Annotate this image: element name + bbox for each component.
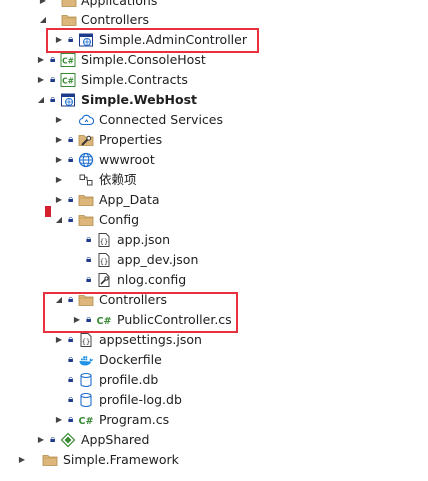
lock-icon: 🔒︎ bbox=[68, 134, 74, 145]
tree-item-label: appsettings.json bbox=[99, 332, 202, 347]
expand-arrow-icon[interactable]: ▶ bbox=[53, 330, 65, 350]
tree-item-dependencies[interactable]: ▶ 依赖项 bbox=[0, 170, 428, 190]
expand-arrow-icon[interactable]: ▶ bbox=[53, 150, 65, 170]
tree-item-simple-webhost[interactable]: ◢ 🔒︎ Simple.WebHost bbox=[0, 90, 428, 110]
expand-arrow-icon[interactable]: ▶ bbox=[53, 110, 65, 130]
dependencies-icon bbox=[78, 172, 94, 188]
tree-item-dockerfile[interactable]: 🔒︎ Dockerfile bbox=[0, 350, 428, 370]
tree-item-controllers-folder[interactable]: ◢ Controllers bbox=[0, 10, 428, 30]
tree-item-nlog-config[interactable]: 🔒︎ nlog.config bbox=[0, 270, 428, 290]
tree-item-label: App_Data bbox=[99, 192, 160, 207]
tree-item-app-data[interactable]: ▶ 🔒︎ App_Data bbox=[0, 190, 428, 210]
tree-item-appshared[interactable]: ▶ 🔒︎ AppShared bbox=[0, 430, 428, 450]
expand-arrow-icon[interactable]: ▶ bbox=[16, 450, 28, 470]
folder-icon bbox=[42, 452, 58, 468]
tree-item-app-json[interactable]: 🔒︎ app.json bbox=[0, 230, 428, 250]
tree-item-label: Config bbox=[99, 212, 140, 227]
tree-item-profile-log-db[interactable]: 🔒︎ profile-log.db bbox=[0, 390, 428, 410]
folder-icon bbox=[61, 0, 77, 9]
globe-icon bbox=[78, 152, 94, 168]
json-file-icon bbox=[96, 232, 112, 248]
database-icon bbox=[78, 392, 94, 408]
tree-item-label: Program.cs bbox=[99, 412, 170, 427]
csharp-project-icon bbox=[60, 72, 76, 88]
expand-arrow-icon[interactable]: ▶ bbox=[35, 50, 47, 70]
collapse-arrow-icon[interactable]: ◢ bbox=[35, 90, 47, 110]
collapse-arrow-icon[interactable]: ◢ bbox=[53, 210, 65, 230]
connected-services-icon bbox=[78, 112, 94, 128]
folder-icon bbox=[78, 212, 94, 228]
tree-item-properties[interactable]: ▶ 🔒︎ Properties bbox=[0, 130, 428, 150]
lock-icon: 🔒︎ bbox=[68, 194, 74, 205]
csharp-file-icon bbox=[78, 412, 94, 428]
lock-icon: 🔒︎ bbox=[68, 394, 74, 405]
json-file-icon bbox=[96, 252, 112, 268]
lock-icon: 🔒︎ bbox=[68, 414, 74, 425]
expand-arrow-icon[interactable]: ▶ bbox=[53, 130, 65, 150]
lock-icon: 🔒︎ bbox=[86, 254, 92, 265]
tree-item-label: wwwroot bbox=[99, 152, 155, 167]
tree-item-simple-contracts[interactable]: ▶ 🔒︎ Simple.Contracts bbox=[0, 70, 428, 90]
tree-item-program-cs[interactable]: ▶ 🔒︎ Program.cs bbox=[0, 410, 428, 430]
tree-item-label: app_dev.json bbox=[117, 252, 199, 267]
tree-item-app-dev-json[interactable]: 🔒︎ app_dev.json bbox=[0, 250, 428, 270]
tree-item-label: 依赖项 bbox=[99, 172, 137, 187]
tree-item-label: profile.db bbox=[99, 372, 159, 387]
web-project-icon bbox=[60, 92, 76, 108]
lock-icon: 🔒︎ bbox=[68, 354, 74, 365]
folder-icon bbox=[78, 192, 94, 208]
lock-icon: 🔒︎ bbox=[50, 434, 56, 445]
lock-icon: 🔒︎ bbox=[86, 234, 92, 245]
tree-item-label: Simple.ConsoleHost bbox=[81, 52, 206, 67]
config-file-icon bbox=[96, 272, 112, 288]
json-file-icon bbox=[78, 332, 94, 348]
expand-arrow-icon[interactable]: ▶ bbox=[53, 190, 65, 210]
tree-item-label: Connected Services bbox=[99, 112, 223, 127]
tree-item-simple-consolehost[interactable]: ▶ 🔒︎ Simple.ConsoleHost bbox=[0, 50, 428, 70]
lock-icon: 🔒︎ bbox=[68, 154, 74, 165]
properties-icon bbox=[78, 132, 94, 148]
folder-icon bbox=[61, 12, 77, 28]
tree-item-label: Properties bbox=[99, 132, 163, 147]
lock-icon: 🔒︎ bbox=[68, 374, 74, 385]
lock-icon: 🔒︎ bbox=[50, 94, 56, 105]
shared-project-icon bbox=[60, 432, 76, 448]
lock-icon: 🔒︎ bbox=[86, 274, 92, 285]
collapse-arrow-icon[interactable]: ◢ bbox=[37, 10, 49, 30]
tree-item-label: Dockerfile bbox=[99, 352, 162, 367]
tree-item-label: AppShared bbox=[81, 432, 150, 447]
tree-item-wwwroot[interactable]: ▶ 🔒︎ wwwroot bbox=[0, 150, 428, 170]
csharp-project-icon bbox=[60, 52, 76, 68]
tree-item-simple-framework[interactable]: ▶ Simple.Framework bbox=[0, 450, 428, 470]
lock-icon: 🔒︎ bbox=[50, 74, 56, 85]
expand-arrow-icon[interactable]: ▶ bbox=[35, 70, 47, 90]
lock-icon: 🔒︎ bbox=[68, 214, 74, 225]
tree-item-config[interactable]: ◢ 🔒︎ Config bbox=[0, 210, 428, 230]
lock-icon: 🔒︎ bbox=[68, 334, 74, 345]
tree-item-label: nlog.config bbox=[117, 272, 187, 287]
expand-arrow-icon[interactable]: ▶ bbox=[53, 410, 65, 430]
highlight-box-admincontroller bbox=[46, 28, 259, 53]
tree-item-label: Simple.Contracts bbox=[81, 72, 188, 87]
tree-item-connected-services[interactable]: ▶ Connected Services bbox=[0, 110, 428, 130]
docker-icon bbox=[78, 352, 94, 368]
tree-item-label: Simple.Framework bbox=[63, 452, 179, 467]
highlight-box-controllers bbox=[43, 292, 238, 333]
tree-item-label: Simple.WebHost bbox=[81, 92, 198, 107]
expand-arrow-icon[interactable]: ▶ bbox=[35, 430, 47, 450]
tree-item-label: Controllers bbox=[81, 12, 149, 27]
tree-item-label: app.json bbox=[117, 232, 171, 247]
database-icon bbox=[78, 372, 94, 388]
tree-item-label: profile-log.db bbox=[99, 392, 182, 407]
lock-icon: 🔒︎ bbox=[50, 54, 56, 65]
tree-item-appsettings-json[interactable]: ▶ 🔒︎ appsettings.json bbox=[0, 330, 428, 350]
tree-item-profile-db[interactable]: 🔒︎ profile.db bbox=[0, 370, 428, 390]
expand-arrow-icon[interactable]: ▶ bbox=[53, 170, 65, 190]
